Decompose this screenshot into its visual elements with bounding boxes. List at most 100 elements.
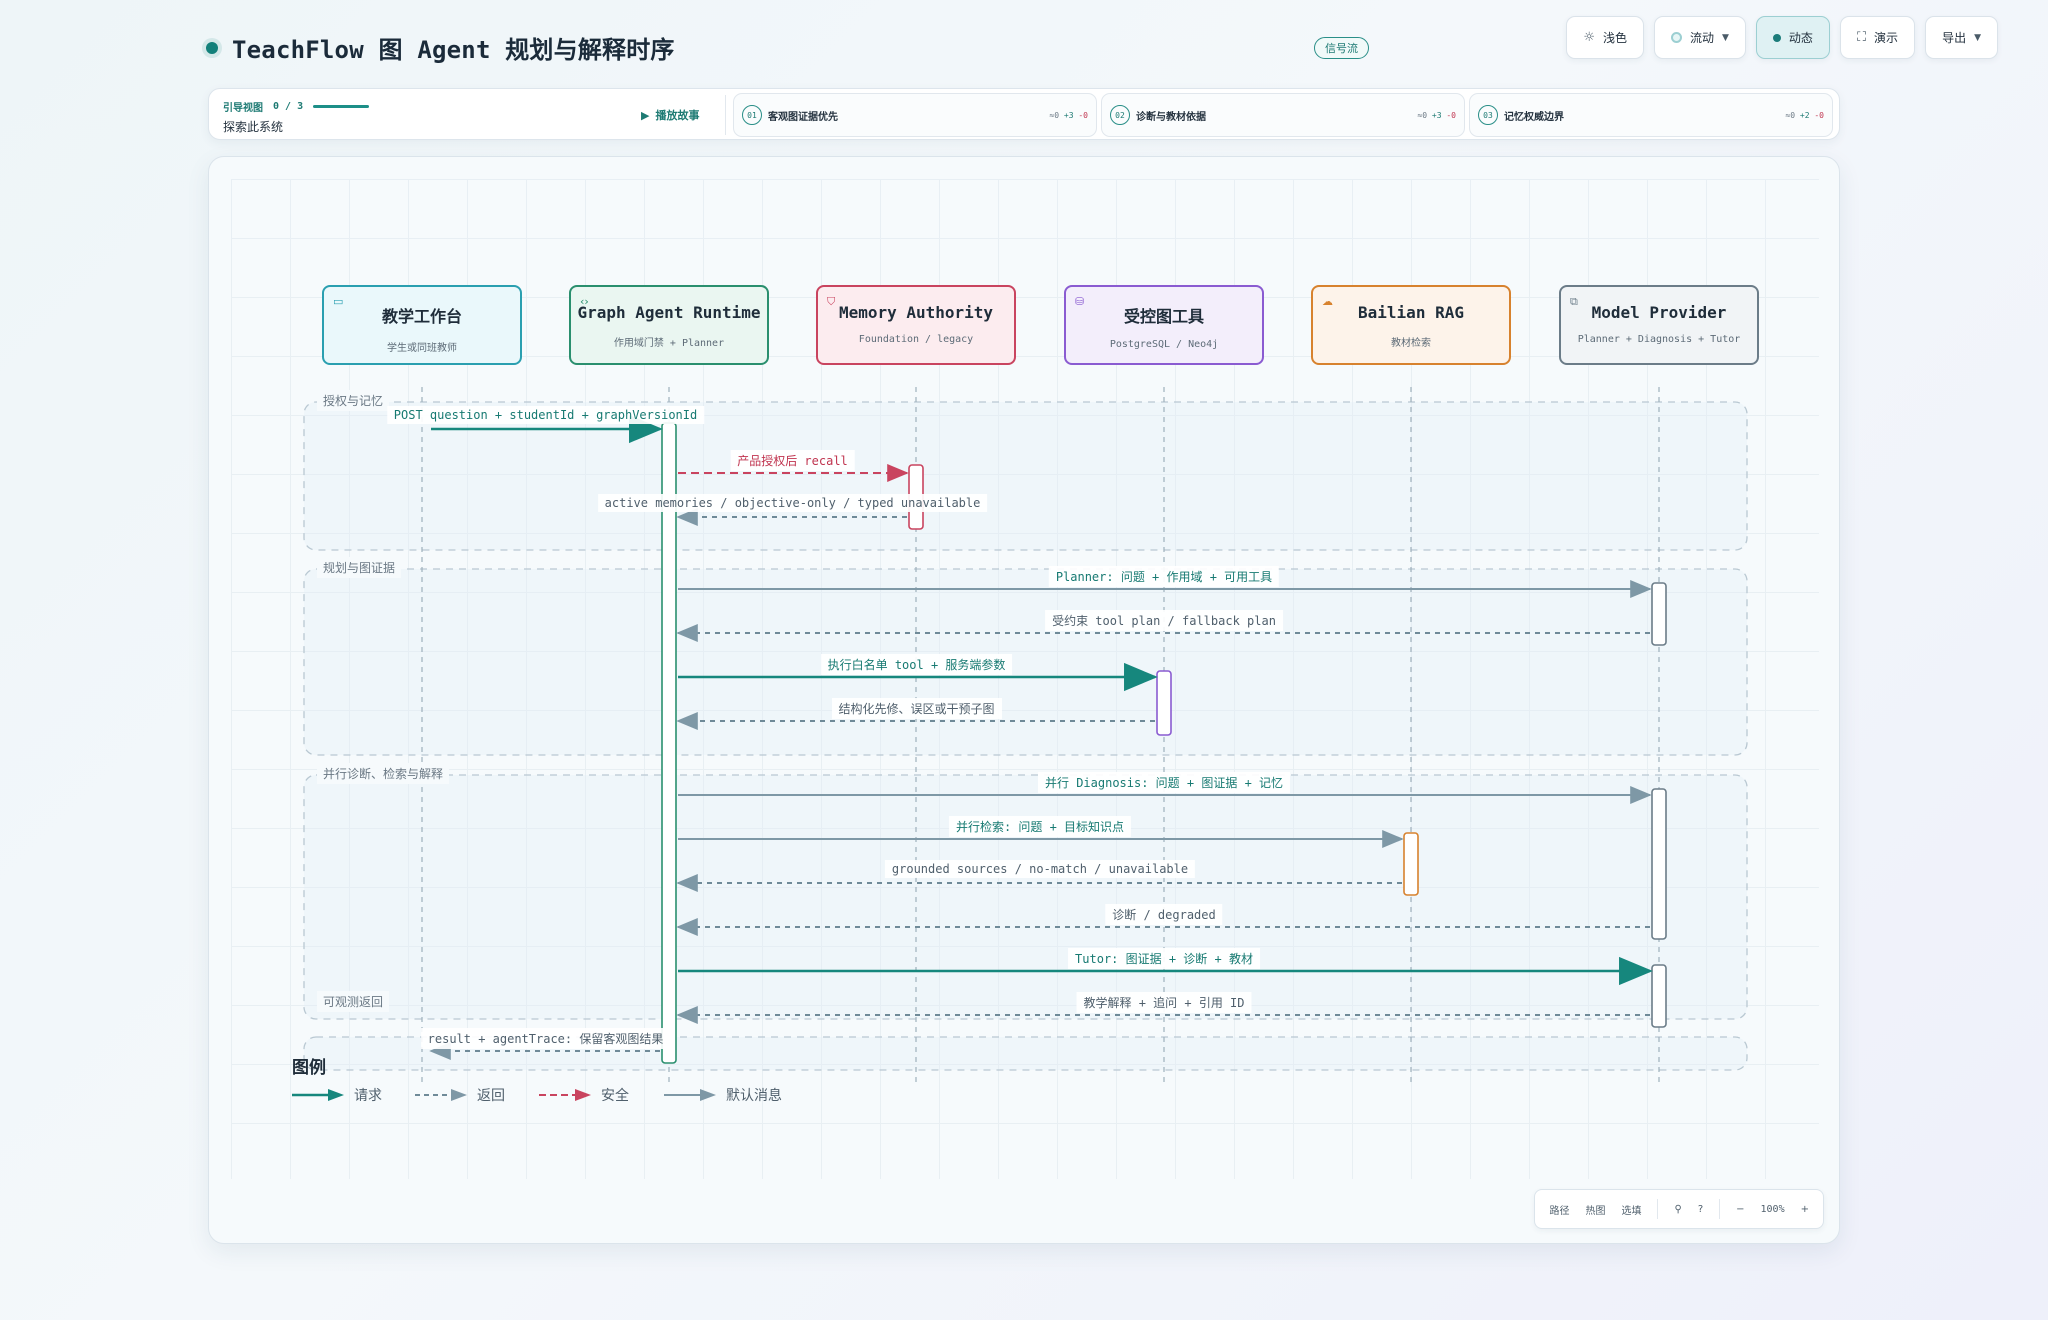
search-icon[interactable]: ⚲ bbox=[1674, 1204, 1681, 1215]
path-button[interactable]: 路径 bbox=[1549, 1202, 1569, 1217]
guide-progress: 0 / 3 bbox=[273, 101, 304, 112]
chapter-stat: ≈0 +3 -0 bbox=[1049, 110, 1088, 120]
activation-bar bbox=[1651, 964, 1667, 1028]
message-label: 执行白名单 tool + 服务端参数 bbox=[820, 654, 1013, 675]
group-frame bbox=[303, 568, 1748, 756]
header-title-wrap: TeachFlow 图 Agent 规划与解释时序 bbox=[206, 30, 675, 65]
chapter-number: 01 bbox=[742, 105, 762, 125]
play-icon: ▶ bbox=[641, 108, 650, 122]
zoombar-divider bbox=[1657, 1199, 1659, 1219]
light-theme-button[interactable]: ☼ 浅色 bbox=[1566, 16, 1644, 59]
cloud-icon: ☁ bbox=[1322, 295, 1333, 308]
group-label: 可观测返回 bbox=[317, 991, 390, 1012]
play-story-label: 播放故事 bbox=[655, 109, 700, 122]
chapter-02[interactable]: 02 诊断与教材依据 ≈0 +3 -0 bbox=[1101, 93, 1465, 137]
flow-label: 流动 bbox=[1689, 31, 1714, 45]
chevron-down-icon: ▼ bbox=[1722, 32, 1729, 43]
dynamic-label: 动态 bbox=[1788, 31, 1813, 45]
zoombar-divider bbox=[1719, 1199, 1721, 1219]
guide-label: 引导视图 bbox=[223, 103, 263, 114]
participant-2[interactable]: ⛉ Memory Authority Foundation / legacy bbox=[816, 285, 1016, 365]
message-label: 结构化先修、误区或干预子图 bbox=[831, 698, 1002, 719]
legend-request-label: 请求 bbox=[354, 1088, 382, 1104]
return-arrow-icon bbox=[415, 1089, 467, 1101]
message-label: grounded sources / no-match / unavailabl… bbox=[884, 860, 1196, 878]
dynamic-dot-icon bbox=[1772, 33, 1781, 42]
help-icon[interactable]: ? bbox=[1698, 1204, 1703, 1215]
shield-icon: ⛉ bbox=[827, 295, 836, 308]
layers-button[interactable]: 热图 bbox=[1585, 1202, 1605, 1217]
guide-progress-bar bbox=[313, 105, 370, 108]
participant-subtitle: PostgreSQL / Neo4j bbox=[1109, 339, 1219, 350]
message-label: Tutor: 图证据 + 诊断 + 教材 bbox=[1068, 948, 1260, 969]
participant-5[interactable]: ⧉ Model Provider Planner + Diagnosis + Tut… bbox=[1559, 285, 1759, 365]
participant-1[interactable]: ‹› Graph Agent Runtime 作用域门禁 + Planner bbox=[569, 285, 769, 365]
participant-name: Memory Authority bbox=[838, 303, 994, 322]
export-label: 导出 bbox=[1942, 31, 1967, 45]
window-icon: ▭ bbox=[333, 295, 344, 308]
message-label: POST question + studentId + graphVersion… bbox=[386, 406, 705, 424]
play-story-button[interactable]: ▶ 播放故事 bbox=[641, 107, 699, 123]
zoom-out-button[interactable]: − bbox=[1736, 1204, 1744, 1215]
message-label: 受约束 tool plan / fallback plan bbox=[1045, 610, 1283, 631]
participant-name: Bailian RAG bbox=[1358, 303, 1464, 322]
flow-dropdown[interactable]: 流动 ▼ bbox=[1653, 16, 1746, 59]
message-label: 诊断 / degraded bbox=[1105, 904, 1223, 925]
export-dropdown[interactable]: 导出 ▼ bbox=[1925, 16, 1998, 59]
participant-3[interactable]: ⛁ 受控图工具 PostgreSQL / Neo4j bbox=[1064, 285, 1264, 365]
group-label: 授权与记忆 bbox=[317, 390, 390, 411]
code-icon: ‹› bbox=[580, 295, 589, 308]
participant-subtitle: 学生或同班教师 bbox=[387, 343, 457, 354]
present-button[interactable]: ⛶ 演示 bbox=[1839, 16, 1916, 59]
top-toolbar: ☼ 浅色 流动 ▼ 动态 ⛶ 演示 导出 ▼ bbox=[1566, 16, 1998, 59]
legend-request: 请求 bbox=[292, 1085, 382, 1105]
database-icon: ⛁ bbox=[1075, 295, 1085, 308]
zoom-toolbar: 路径 热图 选填 ⚲ ? − 100% + bbox=[1534, 1189, 1824, 1229]
legend-default-label: 默认消息 bbox=[726, 1088, 782, 1104]
fullscreen-icon: ⛶ bbox=[1856, 30, 1867, 45]
sun-icon: ☼ bbox=[1583, 30, 1595, 45]
chapter-label: 诊断与教材依据 bbox=[1136, 111, 1206, 123]
filter-button[interactable]: 选填 bbox=[1621, 1202, 1641, 1217]
group-label: 规划与图证据 bbox=[317, 557, 402, 578]
group-label: 并行诊断、检索与解释 bbox=[317, 763, 450, 784]
status-dot-icon bbox=[206, 41, 218, 54]
flow-ring-icon bbox=[1670, 32, 1682, 43]
legend-default: 默认消息 bbox=[664, 1085, 782, 1105]
participant-4[interactable]: ☁ Bailian RAG 教材检索 bbox=[1311, 285, 1511, 365]
zoom-level: 100% bbox=[1760, 1203, 1785, 1215]
chapter-stat: ≈0 +3 -0 bbox=[1417, 110, 1456, 120]
activation-bar bbox=[1651, 582, 1667, 646]
chapter-03[interactable]: 03 记忆权威边界 ≈0 +2 -0 bbox=[1469, 93, 1833, 137]
legend-security-label: 安全 bbox=[601, 1088, 629, 1104]
message-label: active memories / objective-only / typed… bbox=[597, 494, 988, 512]
activation-bar bbox=[1156, 670, 1172, 736]
chapter-01[interactable]: 01 客观图证据优先 ≈0 +3 -0 bbox=[733, 93, 1097, 137]
legend-security: 安全 bbox=[539, 1085, 629, 1105]
chapter-label: 客观图证据优先 bbox=[768, 111, 838, 123]
message-label: result + agentTrace: 保留客观图结果 bbox=[420, 1028, 671, 1049]
dynamic-toggle-button[interactable]: 动态 bbox=[1755, 16, 1830, 59]
present-label: 演示 bbox=[1874, 31, 1899, 45]
message-label: 教学解释 + 追问 + 引用 ID bbox=[1076, 992, 1252, 1013]
strip-divider bbox=[725, 95, 726, 135]
participant-subtitle: Planner + Diagnosis + Tutor bbox=[1577, 334, 1741, 345]
chevron-down-icon: ▼ bbox=[1974, 32, 1981, 43]
legend-title: 图例 bbox=[292, 1058, 326, 1078]
participant-subtitle: 教材检索 bbox=[1391, 338, 1431, 349]
message-label: Planner: 问题 + 作用域 + 可用工具 bbox=[1048, 566, 1280, 587]
external-icon: ⧉ bbox=[1570, 295, 1578, 308]
request-arrow-icon bbox=[292, 1089, 344, 1101]
chapter-number: 02 bbox=[1110, 105, 1130, 125]
participant-0[interactable]: ▭ 教学工作台 学生或同班教师 bbox=[322, 285, 522, 365]
page-title: TeachFlow 图 Agent 规划与解释时序 bbox=[232, 36, 675, 64]
signal-flow-badge[interactable]: 信号流 bbox=[1314, 37, 1369, 59]
zoom-in-button[interactable]: + bbox=[1801, 1204, 1809, 1215]
group-frame bbox=[303, 401, 1748, 551]
story-strip: 引导视图 0 / 3 探索此系统 ▶ 播放故事 01 客观图证据优先 ≈0 +3… bbox=[208, 88, 1840, 140]
participant-subtitle: 作用域门禁 + Planner bbox=[613, 338, 725, 349]
participant-name: 受控图工具 bbox=[1123, 307, 1204, 326]
diagram-canvas[interactable]: 图例 请求 返回 安全 默认消息 路径 热图 选填 ⚲ ? − 100% + 授… bbox=[208, 156, 1840, 1244]
chapter-label: 记忆权威边界 bbox=[1504, 111, 1564, 123]
message-label: 产品授权后 recall bbox=[730, 450, 855, 471]
